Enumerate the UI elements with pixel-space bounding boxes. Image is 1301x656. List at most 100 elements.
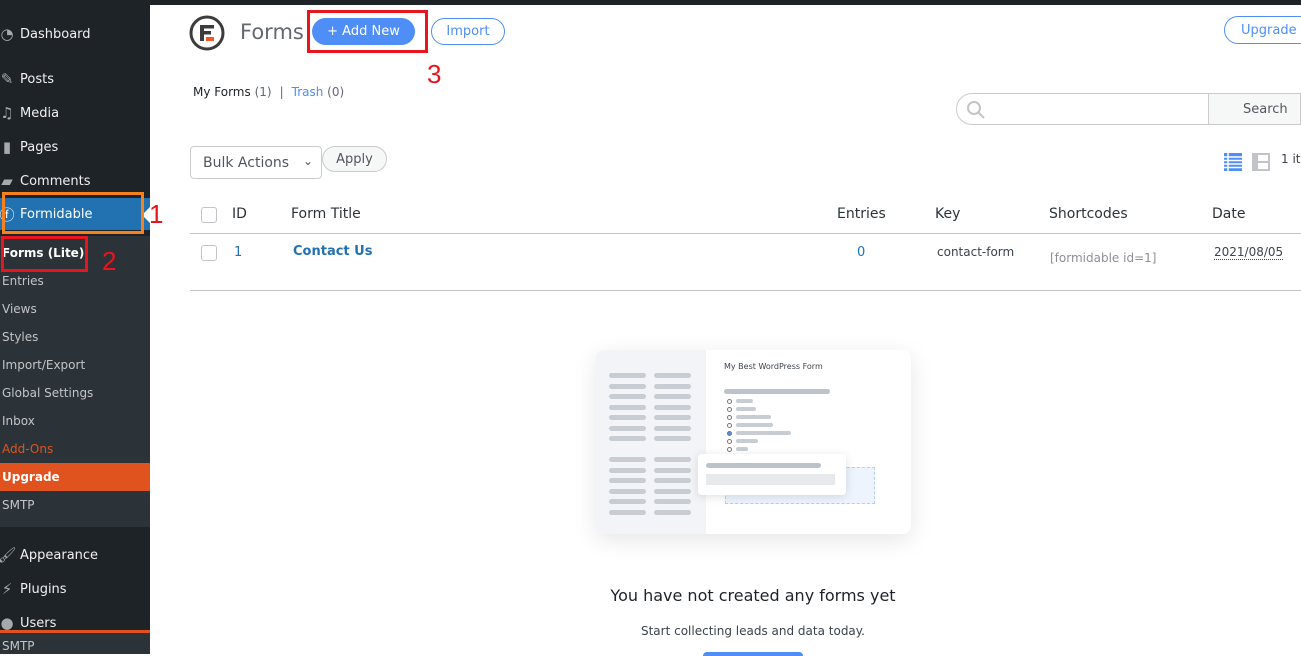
shortcode[interactable]: [formidable id=1] [1050,251,1156,265]
illustration-bar [609,415,646,420]
empty-heading: You have not created any forms yet [610,586,896,605]
chevron-down-icon: ⌄ [302,154,313,168]
submenu-upgrade[interactable]: Upgrade [2,470,60,484]
illustration-radio [727,439,732,444]
import-button[interactable]: Import [431,18,505,45]
illustration-bar [654,467,691,473]
column-date[interactable]: Date [1212,206,1245,222]
plug-icon: ⚡ [1,580,13,598]
illustration-radio [727,399,732,404]
illustration-bar [609,394,646,399]
sidebar-item-label: Media [20,105,60,121]
illustration-bar [654,488,691,494]
illustration-bar [609,457,646,462]
submenu-global-settings[interactable]: Global Settings [2,386,93,400]
media-icon: ♫ [0,104,14,122]
submenu-add-ons[interactable]: Add-Ons [2,442,53,456]
admin-bar [150,0,1301,5]
illustration-bar [654,499,691,504]
annotation-box-3 [307,10,428,53]
illustration-bar [654,383,691,389]
submenu-styles[interactable]: Styles [2,330,38,344]
sidebar-item-media[interactable]: ♫ Media [0,98,150,128]
form-title-link[interactable]: Contact Us [293,244,372,259]
submenu-import-export[interactable]: Import/Export [2,358,85,372]
illustration-bar [736,399,753,403]
create-form-button[interactable] [703,652,803,656]
bulk-actions-label: Bulk Actions [203,155,290,171]
illustration-bar [609,499,646,504]
sidebar-item-label: Dashboard [20,26,91,42]
pin-icon: ✎ [0,70,14,88]
illustration-bar [609,404,646,410]
annotation-number-3: 3 [427,59,442,89]
search-icon [967,101,985,119]
divider [190,233,1301,234]
illustration-bar [736,415,771,419]
column-id[interactable]: ID [232,206,247,222]
list-view-icon[interactable] [1224,153,1242,171]
column-entries[interactable]: Entries [837,206,886,222]
apply-button[interactable]: Apply [322,146,387,172]
search-button[interactable]: Search [1208,93,1301,125]
sidebar-item-smtp[interactable]: SMTP [2,639,35,653]
separator: | [279,85,284,99]
illustration-bar [609,467,646,473]
row-checkbox[interactable] [201,245,217,261]
sidebar-item-dashboard[interactable]: ◔ Dashboard [0,19,150,49]
sidebar-item-label: Plugins [20,581,67,597]
trash-link[interactable]: Trash (0) [292,85,345,99]
page-title: Forms [240,20,304,44]
submenu-inbox[interactable]: Inbox [2,414,35,428]
sidebar-item-pages[interactable]: ▮ Pages [0,132,150,162]
sidebar-item-label: Appearance [20,547,99,563]
illustration-bar [736,423,773,427]
illustration-bar [609,509,646,515]
items-count: 1 ite [1281,152,1301,166]
illustration-radio [727,423,732,428]
comment-icon: ▰ [1,172,13,190]
illustration-bar [654,436,691,441]
illustration-bar [654,509,691,515]
illustration-bar [654,415,691,420]
empty-subheading: Start collecting leads and data today. [640,624,865,638]
illustration-radio [727,415,732,420]
bulk-actions-select[interactable]: Bulk Actions ⌄ [190,146,322,179]
form-date: 2021/08/05 [1214,245,1284,260]
empty-state-illustration: My Best WordPress Form [596,350,911,534]
illustration-bar [609,436,646,441]
excerpt-view-icon[interactable] [1252,153,1270,171]
submenu-views[interactable]: Views [2,302,37,316]
my-forms-link[interactable]: My Forms (1) [193,85,272,99]
select-all-checkbox[interactable] [201,207,217,223]
illustration-bar [654,457,691,462]
annotation-number-1: 1 [149,199,164,229]
dashboard-icon: ◔ [0,25,14,43]
view-filters: My Forms (1) | Trash (0) [193,85,344,99]
annotation-number-2: 2 [102,246,117,276]
upgrade-button[interactable]: Upgrade [1224,16,1301,44]
illustration-bar [609,373,646,378]
column-shortcodes: Shortcodes [1049,206,1128,222]
illustration-bar [609,383,646,389]
illustration-bar [736,439,758,443]
illustration-bar [654,373,691,378]
sidebar-item-label: Pages [20,139,59,155]
column-key[interactable]: Key [935,206,960,222]
formidable-logo-icon [189,15,225,51]
row-id[interactable]: 1 [234,245,242,260]
sidebar-item-posts[interactable]: ✎ Posts [0,64,150,94]
annotation-box-2 [1,236,88,272]
illustration-radio [727,407,732,412]
column-form-title[interactable]: Form Title [291,206,361,222]
formidable-submenu: Forms (Lite) Entries Views Styles Import… [0,236,150,527]
submenu-entries[interactable]: Entries [2,274,44,288]
illustration-bar [736,447,748,451]
illustration-bar [609,425,646,431]
sidebar-item-appearance[interactable]: 🖌 Appearance [0,540,150,570]
brush-icon: 🖌 [0,546,17,564]
illustration-bar [654,394,691,399]
submenu-smtp[interactable]: SMTP [2,498,35,512]
illustration-bar [736,407,756,411]
entries-count-link[interactable]: 0 [857,245,865,260]
